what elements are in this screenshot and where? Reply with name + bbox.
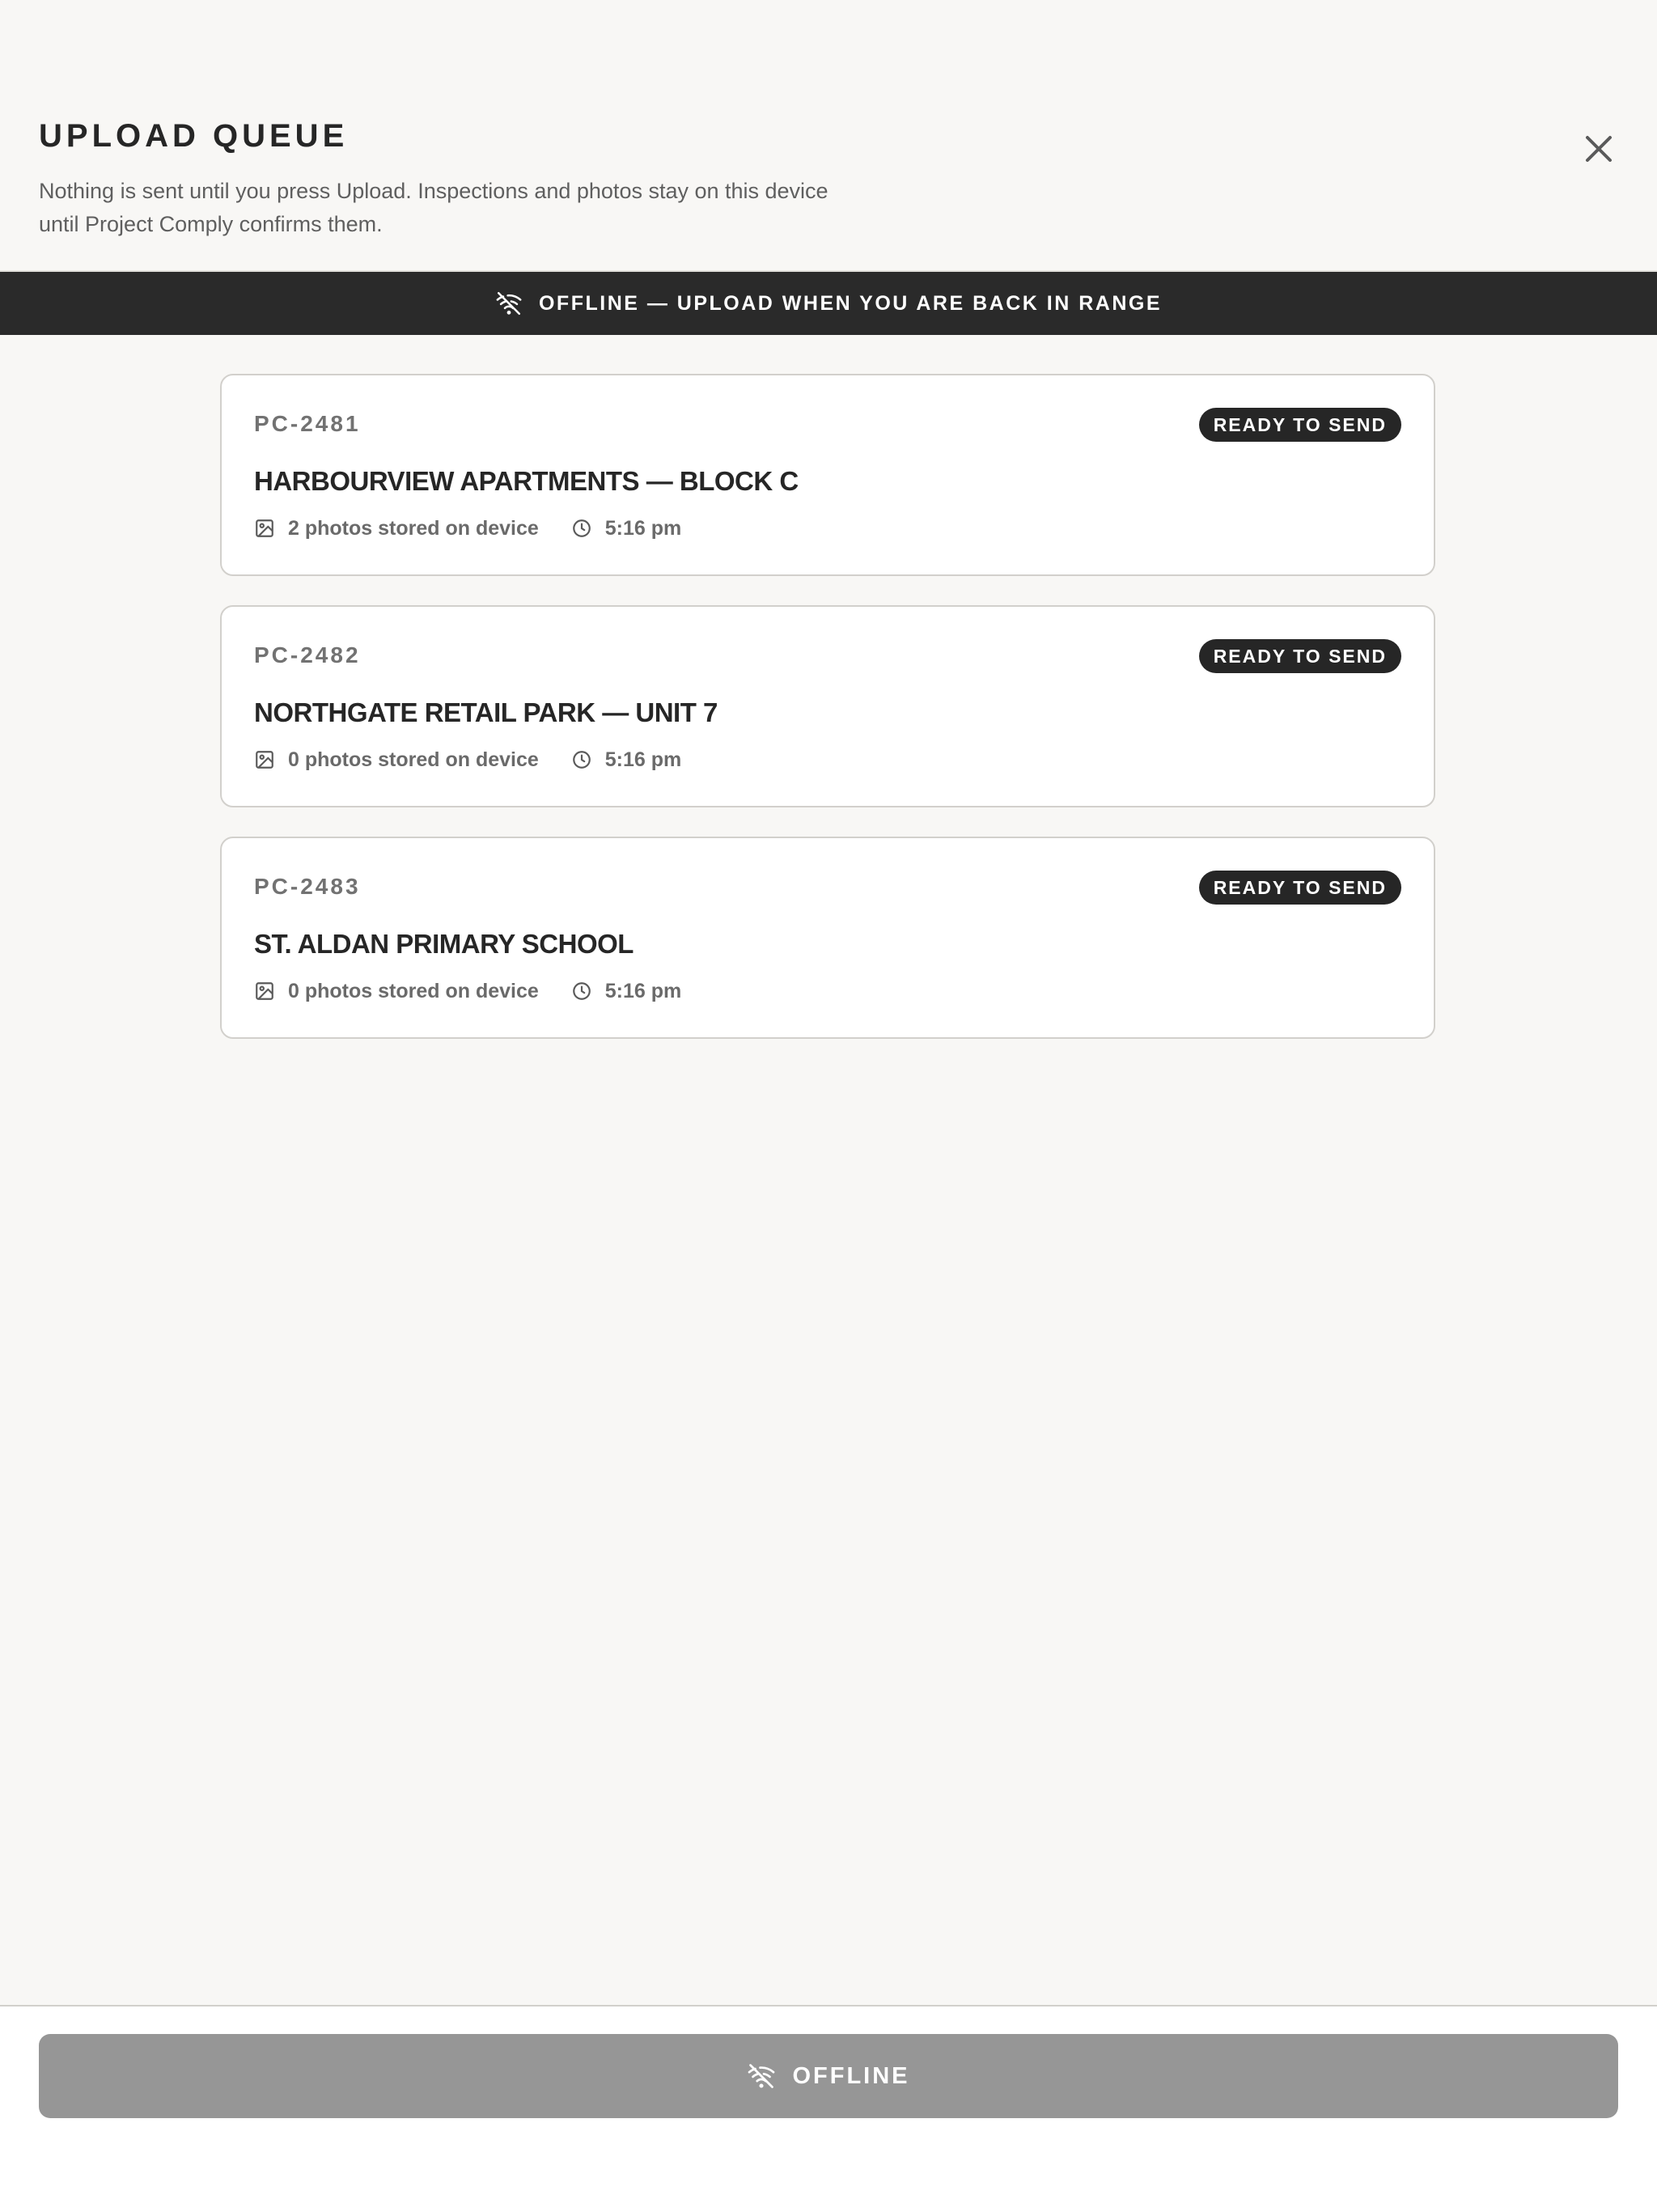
image-icon <box>254 518 275 539</box>
card-meta: 2 photos stored on device 5:16 pm <box>254 518 681 539</box>
site-name: ST. ALDAN PRIMARY SCHOOL <box>254 929 634 959</box>
upload-button-label: OFFLINE <box>792 2062 910 2089</box>
clock-icon <box>571 749 592 770</box>
close-icon <box>1586 136 1612 162</box>
queue-card[interactable]: PC-2483 READY TO SEND ST. ALDAN PRIMARY … <box>220 837 1435 1039</box>
photo-count: 2 photos stored on device <box>288 516 539 540</box>
subtitle-line-1: Nothing is sent until you press Upload. … <box>39 179 828 203</box>
clock-icon <box>571 518 592 539</box>
close-button[interactable] <box>1579 129 1618 168</box>
inspection-id: PC-2483 <box>254 874 361 899</box>
queue-card[interactable]: PC-2481 READY TO SEND HARBOURVIEW APARTM… <box>220 374 1435 576</box>
queued-time: 5:16 pm <box>604 979 682 1002</box>
offline-banner-text: OFFLINE — UPLOAD WHEN YOU ARE BACK IN RA… <box>538 291 1162 315</box>
site-name: NORTHGATE RETAIL PARK — UNIT 7 <box>254 697 718 727</box>
status-badge: READY TO SEND <box>1198 408 1401 442</box>
photo-count: 0 photos stored on device <box>288 748 539 771</box>
offline-banner: OFFLINE — UPLOAD WHEN YOU ARE BACK IN RA… <box>0 272 1657 335</box>
card-meta: 0 photos stored on device 5:16 pm <box>254 981 681 1002</box>
queued-time: 5:16 pm <box>604 748 682 771</box>
inspection-id: PC-2481 <box>254 411 361 436</box>
queue-card[interactable]: PC-2482 READY TO SEND NORTHGATE RETAIL P… <box>220 605 1435 807</box>
footer: OFFLINE <box>0 2005 1657 2212</box>
wifi-off-icon <box>747 2062 776 2091</box>
image-icon <box>254 749 275 770</box>
card-meta: 0 photos stored on device 5:16 pm <box>254 749 681 770</box>
page-subtitle: Nothing is sent until you press Upload. … <box>39 175 880 241</box>
subtitle-line-2: until Project Comply confirms them. <box>39 212 383 236</box>
queued-time: 5:16 pm <box>604 516 682 540</box>
status-badge: READY TO SEND <box>1198 871 1401 905</box>
status-badge: READY TO SEND <box>1198 639 1401 673</box>
inspection-id: PC-2482 <box>254 642 361 667</box>
upload-button[interactable]: OFFLINE <box>39 2034 1618 2118</box>
wifi-off-icon <box>495 290 523 317</box>
site-name: HARBOURVIEW APARTMENTS — BLOCK C <box>254 466 799 496</box>
image-icon <box>254 981 275 1002</box>
header: UPLOAD QUEUE Nothing is sent until you p… <box>0 0 1657 272</box>
photo-count: 0 photos stored on device <box>288 979 539 1002</box>
page-title: UPLOAD QUEUE <box>39 118 349 154</box>
clock-icon <box>571 981 592 1002</box>
